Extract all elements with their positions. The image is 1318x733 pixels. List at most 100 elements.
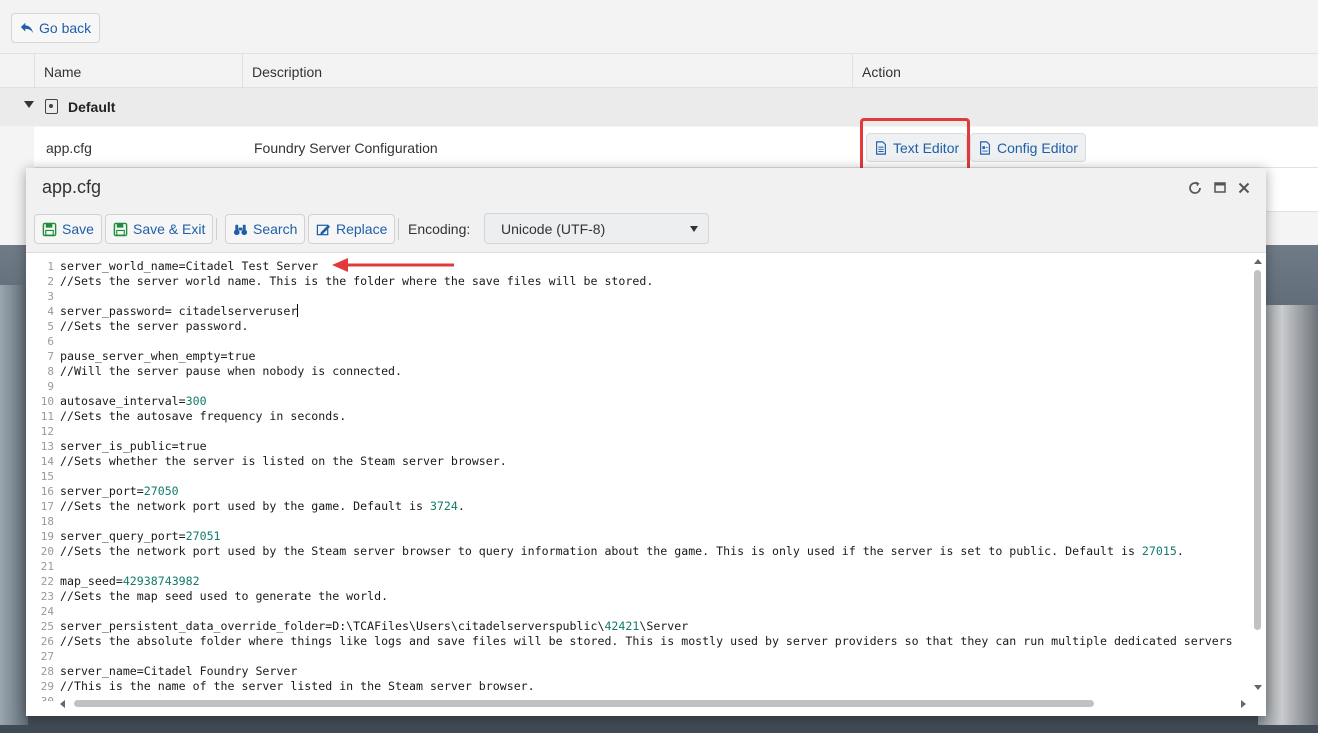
replace-icon bbox=[316, 224, 331, 235]
close-icon[interactable] bbox=[1236, 180, 1252, 196]
vertical-scrollbar[interactable] bbox=[1252, 256, 1264, 691]
text-editor-button[interactable]: Text Editor bbox=[866, 133, 968, 162]
code-line[interactable]: //Sets the server password. bbox=[60, 319, 1250, 334]
text-cursor bbox=[297, 304, 299, 317]
line-number: 19 bbox=[40, 530, 54, 543]
scroll-right-icon[interactable] bbox=[1241, 700, 1246, 708]
code-line[interactable] bbox=[60, 379, 1250, 394]
code-line[interactable]: //Sets the network port used by the Stea… bbox=[60, 544, 1250, 559]
line-number: 17 bbox=[40, 500, 54, 513]
code-line[interactable]: server_password= citadelserveruser bbox=[60, 304, 1250, 319]
save-label: Save bbox=[62, 221, 94, 237]
save-exit-button[interactable]: Save & Exit bbox=[105, 214, 214, 244]
document-icon bbox=[876, 140, 886, 155]
top-bar: Go back bbox=[0, 0, 1318, 54]
line-number: 25 bbox=[40, 620, 54, 633]
code-line[interactable]: //Sets the server world name. This is th… bbox=[60, 274, 1250, 289]
replace-button[interactable]: Replace bbox=[308, 214, 396, 244]
table-row-partial bbox=[1266, 168, 1318, 212]
config-group-icon bbox=[45, 99, 58, 114]
search-label: Search bbox=[253, 221, 298, 237]
code-editor[interactable]: 1 2 3 4 5 6 7 8 9 10 11 12 13 14 15 16 17 18 19 20 21 22 23 24 2… bbox=[34, 256, 1258, 701]
code-line[interactable]: server_persistent_data_override_folder=D… bbox=[60, 619, 1250, 634]
text-editor-dialog: app.cfg Save Save & Exit Search Replace … bbox=[26, 168, 1266, 716]
code-line[interactable]: server_is_public=true bbox=[60, 439, 1250, 454]
text-editor-label: Text Editor bbox=[893, 139, 960, 156]
line-number: 20 bbox=[40, 545, 54, 558]
editor-toolbar: Save Save & Exit Search Replace Encoding… bbox=[26, 208, 1266, 253]
code-line[interactable]: pause_server_when_empty=true bbox=[60, 349, 1250, 364]
column-header-action[interactable]: Action bbox=[852, 54, 1318, 88]
code-line[interactable] bbox=[60, 289, 1250, 304]
line-number: 18 bbox=[40, 515, 54, 528]
config-document-icon bbox=[980, 140, 990, 155]
code-line[interactable]: server_name=Citadel Foundry Server bbox=[60, 664, 1250, 679]
line-number: 6 bbox=[47, 335, 54, 348]
encoding-label: Encoding: bbox=[408, 221, 471, 237]
code-line[interactable]: //Sets the map seed used to generate the… bbox=[60, 589, 1250, 604]
line-number: 2 bbox=[47, 275, 54, 288]
search-button[interactable]: Search bbox=[225, 214, 306, 244]
code-line[interactable]: //This is the name of the server listed … bbox=[60, 679, 1250, 694]
code-line[interactable] bbox=[60, 604, 1250, 619]
dialog-title: app.cfg bbox=[42, 177, 102, 197]
code-line[interactable]: //Sets whether the server is listed on t… bbox=[60, 454, 1250, 469]
save-exit-label: Save & Exit bbox=[133, 221, 206, 237]
line-number: 21 bbox=[40, 560, 54, 573]
line-number: 10 bbox=[40, 395, 54, 408]
scroll-down-icon[interactable] bbox=[1254, 685, 1262, 690]
group-row-default[interactable]: Default bbox=[0, 88, 1318, 126]
line-number: 30 bbox=[34, 694, 54, 701]
code-line[interactable] bbox=[60, 334, 1250, 349]
scroll-left-icon[interactable] bbox=[60, 700, 65, 708]
encoding-select[interactable]: Unicode (UTF-8) bbox=[484, 213, 709, 244]
code-line[interactable]: server_port=27050 bbox=[60, 484, 1250, 499]
code-line[interactable]: //Sets the network port used by the game… bbox=[60, 499, 1250, 514]
go-back-button[interactable]: Go back bbox=[11, 13, 101, 43]
line-number: 13 bbox=[40, 440, 54, 453]
line-number: 8 bbox=[47, 365, 54, 378]
horizontal-scrollbar[interactable] bbox=[58, 698, 1248, 710]
scroll-up-icon[interactable] bbox=[1254, 259, 1262, 264]
column-header-description[interactable]: Description bbox=[242, 54, 852, 88]
vertical-scroll-thumb[interactable] bbox=[1254, 270, 1261, 630]
table-row: app.cfg Foundry Server Configuration Tex… bbox=[34, 127, 1318, 168]
go-back-label: Go back bbox=[39, 20, 92, 36]
toolbar-divider bbox=[398, 218, 399, 240]
code-line[interactable]: server_query_port=27051 bbox=[60, 529, 1250, 544]
code-line[interactable] bbox=[60, 424, 1250, 439]
refresh-icon[interactable] bbox=[1187, 180, 1203, 196]
line-number: 5 bbox=[47, 320, 54, 333]
horizontal-scroll-thumb[interactable] bbox=[74, 700, 1094, 707]
config-editor-button[interactable]: Config Editor bbox=[970, 133, 1086, 162]
back-arrow-icon bbox=[20, 22, 34, 34]
code-line[interactable]: //Will the server pause when nobody is c… bbox=[60, 364, 1250, 379]
line-number: 24 bbox=[40, 605, 54, 618]
save-exit-icon bbox=[113, 222, 128, 236]
row-name: app.cfg bbox=[46, 140, 92, 156]
code-lines[interactable]: server_world_name=Citadel Test Server//S… bbox=[60, 259, 1250, 701]
code-line[interactable]: server_world_name=Citadel Test Server bbox=[60, 259, 1250, 274]
collapse-caret-icon[interactable] bbox=[24, 101, 34, 108]
line-number: 15 bbox=[40, 470, 54, 483]
code-line[interactable]: map_seed=42938743982 bbox=[60, 574, 1250, 589]
line-number: 1 bbox=[47, 260, 54, 273]
code-line[interactable] bbox=[60, 469, 1250, 484]
line-number: 9 bbox=[47, 380, 54, 393]
maximize-icon[interactable] bbox=[1212, 180, 1228, 196]
code-line[interactable] bbox=[60, 559, 1250, 574]
line-number-gutter: 1 2 3 4 5 6 7 8 9 10 11 12 13 14 15 16 17 18 19 20 21 22 23 24 2… bbox=[34, 259, 54, 701]
line-number: 12 bbox=[40, 425, 54, 438]
line-number: 3 bbox=[47, 290, 54, 303]
line-number: 4 bbox=[47, 305, 54, 318]
code-line[interactable] bbox=[60, 649, 1250, 664]
column-header-name[interactable]: Name bbox=[34, 54, 242, 88]
line-number: 14 bbox=[40, 455, 54, 468]
save-button[interactable]: Save bbox=[34, 214, 102, 244]
line-number: 28 bbox=[40, 665, 54, 678]
binoculars-icon bbox=[233, 224, 248, 235]
code-line[interactable] bbox=[60, 514, 1250, 529]
code-line[interactable]: //Sets the autosave frequency in seconds… bbox=[60, 409, 1250, 424]
code-line[interactable]: autosave_interval=300 bbox=[60, 394, 1250, 409]
code-line[interactable]: //Sets the absolute folder where things … bbox=[60, 634, 1250, 649]
